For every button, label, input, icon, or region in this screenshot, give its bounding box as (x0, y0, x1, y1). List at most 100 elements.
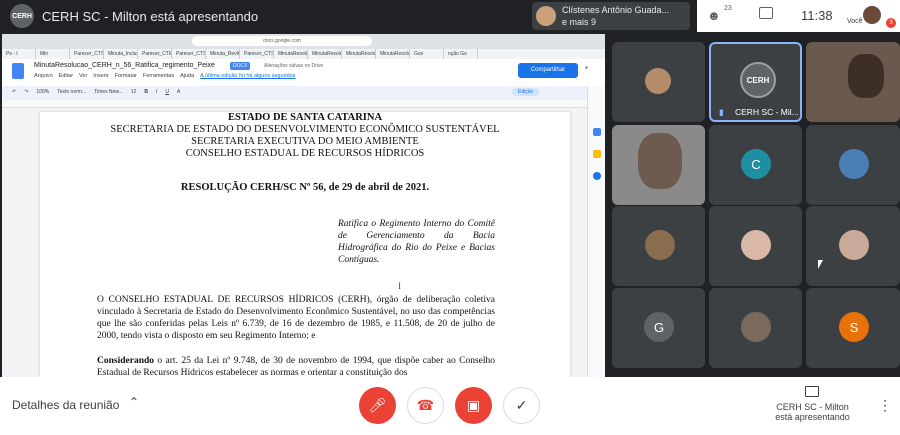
tasks-icon[interactable] (593, 172, 601, 180)
bold-button[interactable]: B (144, 89, 148, 95)
present-icon[interactable] (805, 386, 819, 397)
avatar-initial: C (741, 149, 771, 179)
style-select[interactable]: Texto norm... (57, 89, 86, 95)
presenting-status[interactable]: CERH SC - Milton está apresentando (760, 402, 865, 422)
redo-icon[interactable]: ↷ (24, 89, 28, 95)
participant-tile[interactable] (806, 42, 900, 122)
mouse-cursor-icon (818, 260, 823, 269)
browser-tab[interactable]: MinutaResolu... (342, 49, 376, 59)
menu-item[interactable]: Editar (59, 73, 73, 79)
header-executive: SECRETARIA EXECUTIVA DO MEIO AMBIENTE (191, 136, 419, 147)
checkmark-icon[interactable]: ✓ (503, 387, 540, 424)
resolution-title: RESOLUÇÃO CERH/SC Nº 56, de 29 de abril … (180, 182, 430, 193)
presenter-tile[interactable]: CERH ▮ CERH SC - Mil... (709, 42, 802, 122)
side-panel (587, 86, 605, 377)
browser-tab[interactable]: MinutaResolu... (274, 49, 308, 59)
browser-bar: docs.google.com (2, 34, 605, 49)
paragraph-body: o art. 25 da Lei nº 9.748, de 30 de nove… (97, 356, 495, 377)
browser-tab[interactable]: Parecer_CTS_S... (70, 49, 104, 59)
browser-tab[interactable]: Parecer_CTE2... (138, 49, 172, 59)
paragraph: Considerando o art. 25 da Lei nº 9.748, … (97, 355, 495, 377)
last-edit-link[interactable]: A última edição foi há alguns segundos (200, 73, 295, 79)
docs-toolbar: ↶ ↷ 100% Texto norm... Times New... 12 B… (2, 86, 605, 100)
account-icon[interactable]: ● (585, 65, 588, 71)
doc-title[interactable]: MinutaResolucao_CERH_n_56_Ratifica_regim… (34, 62, 215, 69)
share-button[interactable]: Compartilhar (518, 63, 578, 78)
font-size[interactable]: 12 (131, 89, 137, 95)
browser-tab[interactable]: MinutaResolu... (308, 49, 342, 59)
participant-tile[interactable] (806, 206, 900, 286)
keep-icon[interactable] (593, 150, 601, 158)
docs-icon[interactable] (12, 63, 24, 79)
participant-tile[interactable]: C (709, 125, 802, 205)
menu-item[interactable]: Formatar (115, 73, 137, 79)
presenting-line-1: CERH SC - Milton (776, 402, 849, 412)
browser-tab[interactable]: Ps - I (2, 49, 36, 59)
document-page[interactable]: ESTADO DE SANTA CATARINA SECRETARIA DE E… (40, 112, 570, 377)
menu-item[interactable]: Inserir (93, 73, 108, 79)
participant-tile[interactable] (612, 206, 705, 286)
avatar-initial: S (839, 312, 869, 342)
docs-menu: Arquivo Editar Ver Inserir Formatar Ferr… (34, 73, 296, 79)
paragraph-lead: O CONSELHO ESTADUAL DE RECURSOS HÍDRICOS… (97, 295, 373, 305)
avatar (839, 149, 869, 179)
participant-tile[interactable] (612, 42, 705, 122)
browser-tab[interactable]: Parecer_CTS_S... (172, 49, 206, 59)
presenter-name: CERH SC - Mil... (735, 107, 799, 117)
chat-icon[interactable] (759, 7, 773, 19)
menu-item[interactable]: Arquivo (34, 73, 53, 79)
avatar (638, 133, 682, 189)
presenting-line-2: está apresentando (775, 412, 850, 422)
avatar: CERH (740, 62, 776, 98)
top-right-controls: ☻ 23 11:38 Você 3 (697, 0, 900, 32)
avatar (536, 6, 556, 26)
participant-tile[interactable] (709, 288, 802, 368)
font-select[interactable]: Times New... (94, 89, 123, 95)
undo-icon[interactable]: ↶ (12, 89, 16, 95)
ruler[interactable] (2, 100, 605, 108)
participant-tile[interactable] (806, 125, 900, 205)
italic-button[interactable]: I (156, 89, 157, 95)
url-bar[interactable]: docs.google.com (192, 36, 372, 46)
browser-tab[interactable]: Parecer_CTS_S... (240, 49, 274, 59)
mic-off-icon[interactable]: 🎤︎ (359, 387, 396, 424)
underline-button[interactable]: U (165, 89, 169, 95)
people-icon[interactable]: ☻ (707, 8, 721, 23)
zoom-select[interactable]: 100% (36, 89, 49, 95)
browser-tab[interactable]: Gos (410, 49, 444, 59)
text-color-button[interactable]: A (177, 89, 180, 95)
avatar[interactable] (863, 6, 881, 24)
presenter-logo: CERH (10, 4, 34, 28)
edit-mode-button[interactable]: Edição (512, 88, 540, 96)
participant-tile[interactable] (709, 206, 802, 286)
participant-tile[interactable]: S (806, 288, 900, 368)
calendar-icon[interactable] (593, 128, 601, 136)
participant-tile[interactable] (612, 125, 705, 205)
browser-tab[interactable]: Min (36, 49, 70, 59)
menu-item[interactable]: Ferramentas (143, 73, 174, 79)
shared-screen: docs.google.com Ps - I Min Parecer_CTS_S… (2, 34, 605, 377)
camera-off-icon[interactable]: ▣ (455, 387, 492, 424)
participant-count: 23 (724, 5, 732, 12)
bottom-control-bar: Detalhes da reunião ⌃ 🎤︎ ☎︎ ▣ ✓ CERH SC … (0, 377, 900, 435)
more-options-icon[interactable]: ⋮ (878, 397, 892, 414)
browser-tab[interactable]: Minuta_Inclusã... (104, 49, 138, 59)
participant-tile[interactable]: G (612, 288, 705, 368)
clock-time: 11:38 (801, 8, 833, 23)
active-speaker-chip[interactable]: Clístenes Antônio Guada... e mais 9 (532, 2, 690, 30)
menu-item[interactable]: Ver (79, 73, 87, 79)
avatar (848, 54, 884, 98)
saved-status: Alterações salvas no Drive (264, 63, 324, 69)
browser-tab[interactable]: MinutaResolu... (376, 49, 410, 59)
browser-tab[interactable]: Minuta_RevItP... (206, 49, 240, 59)
hangup-icon[interactable]: ☎︎ (407, 387, 444, 424)
avatar (741, 230, 771, 260)
docx-badge: DOCX (230, 62, 251, 70)
text-cursor: I (398, 281, 401, 291)
chevron-up-icon[interactable]: ⌃ (129, 395, 139, 409)
avatar-initial: G (644, 312, 674, 342)
paragraph: O CONSELHO ESTADUAL DE RECURSOS HÍDRICOS… (97, 294, 495, 342)
menu-item[interactable]: Ajuda (180, 73, 194, 79)
meeting-details-button[interactable]: Detalhes da reunião (12, 398, 119, 412)
browser-tab[interactable]: nção Go (444, 49, 478, 59)
